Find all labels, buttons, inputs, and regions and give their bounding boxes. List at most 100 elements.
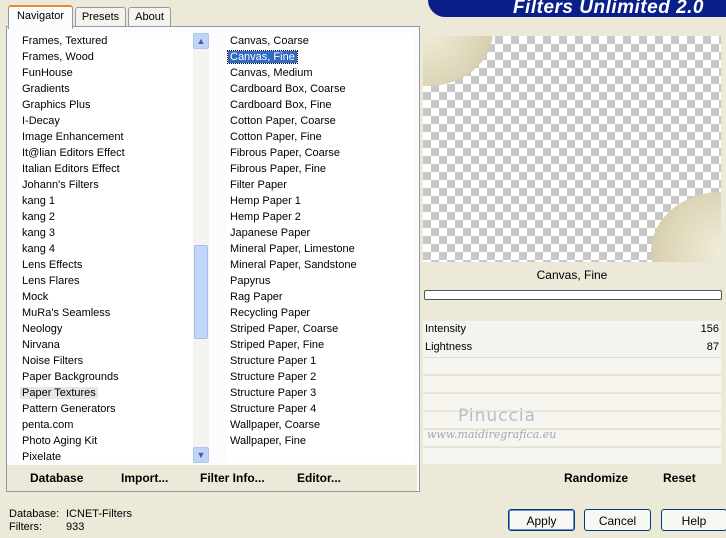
list-item[interactable]: Striped Paper, Coarse [226, 321, 414, 337]
help-button[interactable]: Help [661, 509, 726, 531]
list-item[interactable]: It@lian Editors Effect [18, 145, 193, 161]
list-item[interactable]: Photo Aging Kit [18, 433, 193, 449]
list-item-label: Rag Paper [230, 291, 283, 303]
list-item[interactable]: Fibrous Paper, Fine [226, 161, 414, 177]
list-item[interactable]: kang 2 [18, 209, 193, 225]
list-item[interactable]: Recycling Paper [226, 305, 414, 321]
list-item[interactable]: Canvas, Medium [226, 65, 414, 81]
list-item-label: Striped Paper, Coarse [230, 323, 339, 335]
category-scrollbar[interactable]: ▲ ▼ [193, 33, 209, 463]
list-item-label: Lens Flares [22, 275, 80, 287]
list-item-label: Fibrous Paper, Coarse [230, 147, 341, 159]
list-item[interactable]: Lens Effects [18, 257, 193, 273]
list-item-label: Canvas, Coarse [230, 35, 309, 47]
list-item[interactable]: Fibrous Paper, Coarse [226, 145, 414, 161]
list-item[interactable]: kang 3 [18, 225, 193, 241]
title-banner: Filters Unlimited 2.0 [428, 0, 726, 18]
intensity-label: Intensity [425, 323, 466, 335]
list-item[interactable]: Cotton Paper, Fine [226, 129, 414, 145]
scroll-up-button[interactable]: ▲ [193, 33, 209, 49]
list-item-label: It@lian Editors Effect [22, 147, 125, 159]
list-item[interactable]: Image Enhancement [18, 129, 193, 145]
lightness-slider[interactable]: Lightness 87 [423, 339, 721, 357]
list-item[interactable]: Cotton Paper, Coarse [226, 113, 414, 129]
list-item[interactable]: Mineral Paper, Sandstone [226, 257, 414, 273]
scroll-down-button[interactable]: ▼ [193, 447, 209, 463]
list-item[interactable]: Filter Paper [226, 177, 414, 193]
list-item-label: Wallpaper, Coarse [230, 419, 321, 431]
tab-navigator[interactable]: Navigator [8, 5, 73, 29]
scroll-thumb[interactable] [194, 245, 208, 339]
empty-slider-row [423, 447, 721, 464]
list-item[interactable]: Neology [18, 321, 193, 337]
tab-presets[interactable]: Presets [75, 7, 126, 27]
list-item[interactable]: Canvas, Coarse [226, 33, 414, 49]
list-item[interactable]: Structure Paper 2 [226, 369, 414, 385]
intensity-slider[interactable]: Intensity 156 [423, 321, 721, 339]
list-item[interactable]: Mock [18, 289, 193, 305]
list-item[interactable]: Pixelate [18, 449, 193, 465]
list-item[interactable]: Wallpaper, Coarse [226, 417, 414, 433]
preview-image [423, 36, 721, 262]
list-item[interactable]: Johann's Filters [18, 177, 193, 193]
list-item[interactable]: Canvas, Fine [226, 49, 414, 65]
import-button[interactable]: Import... [121, 471, 168, 485]
list-item[interactable]: MuRa's Seamless [18, 305, 193, 321]
list-item[interactable]: Lens Flares [18, 273, 193, 289]
list-item[interactable]: Rag Paper [226, 289, 414, 305]
list-item[interactable]: Paper Backgrounds [18, 369, 193, 385]
list-item[interactable]: Graphics Plus [18, 97, 193, 113]
list-item[interactable]: Wallpaper, Fine [226, 433, 414, 449]
list-item-label: MuRa's Seamless [22, 307, 111, 319]
list-item[interactable]: Japanese Paper [226, 225, 414, 241]
list-item[interactable]: Hemp Paper 2 [226, 209, 414, 225]
filter-info-button[interactable]: Filter Info... [200, 471, 265, 485]
list-item[interactable]: FunHouse [18, 65, 193, 81]
list-item[interactable]: penta.com [18, 417, 193, 433]
list-item[interactable]: Structure Paper 3 [226, 385, 414, 401]
list-item[interactable]: Structure Paper 4 [226, 401, 414, 417]
database-button[interactable]: Database [30, 471, 83, 485]
list-item-label: Canvas, Medium [230, 67, 313, 79]
list-item[interactable]: Mineral Paper, Limestone [226, 241, 414, 257]
list-item[interactable]: Cardboard Box, Coarse [226, 81, 414, 97]
list-item-label: Recycling Paper [230, 307, 311, 319]
filter-list[interactable]: Canvas, Coarse Canvas, Fine Canvas, Medium… [226, 33, 414, 463]
list-item-label: Striped Paper, Fine [230, 339, 325, 351]
randomize-button[interactable]: Randomize [564, 471, 628, 485]
list-item[interactable]: Hemp Paper 1 [226, 193, 414, 209]
empty-slider-row [423, 375, 721, 392]
list-item[interactable]: Pattern Generators [18, 401, 193, 417]
category-list[interactable]: Frames, Textured Frames, Wood FunHouse Grad… [18, 33, 193, 463]
editor-button[interactable]: Editor... [297, 471, 341, 485]
watermark-url: www.maidiregrafica.eu [427, 428, 557, 441]
list-item[interactable]: Italian Editors Effect [18, 161, 193, 177]
list-item[interactable]: kang 1 [18, 193, 193, 209]
list-item-label: FunHouse [22, 67, 73, 79]
list-item[interactable]: Cardboard Box, Fine [226, 97, 414, 113]
list-item[interactable]: Structure Paper 1 [226, 353, 414, 369]
reset-button[interactable]: Reset [663, 471, 696, 485]
filters-value: 933 [66, 521, 85, 533]
tab-about[interactable]: About [128, 7, 171, 27]
apply-button[interactable]: Apply [508, 509, 575, 531]
list-item[interactable]: Noise Filters [18, 353, 193, 369]
list-item-label: Neology [22, 323, 63, 335]
list-item-label: Noise Filters [22, 355, 84, 367]
list-item[interactable]: I-Decay [18, 113, 193, 129]
list-item-label: Image Enhancement [22, 131, 124, 143]
list-item-label: Papyrus [230, 275, 271, 287]
list-item[interactable]: Frames, Wood [18, 49, 193, 65]
progress-bar [424, 290, 722, 300]
selected-filter-name: Canvas, Fine [536, 268, 608, 282]
list-item[interactable]: Nirvana [18, 337, 193, 353]
list-item[interactable]: Gradients [18, 81, 193, 97]
list-item[interactable]: Papyrus [226, 273, 414, 289]
cancel-button[interactable]: Cancel [584, 509, 651, 531]
list-item[interactable]: Frames, Textured [18, 33, 193, 49]
left-button-bar: Database Import... Filter Info... Editor… [7, 465, 417, 491]
empty-slider-row [423, 357, 721, 374]
list-item[interactable]: kang 4 [18, 241, 193, 257]
list-item[interactable]: Paper Textures [18, 385, 193, 401]
list-item[interactable]: Striped Paper, Fine [226, 337, 414, 353]
